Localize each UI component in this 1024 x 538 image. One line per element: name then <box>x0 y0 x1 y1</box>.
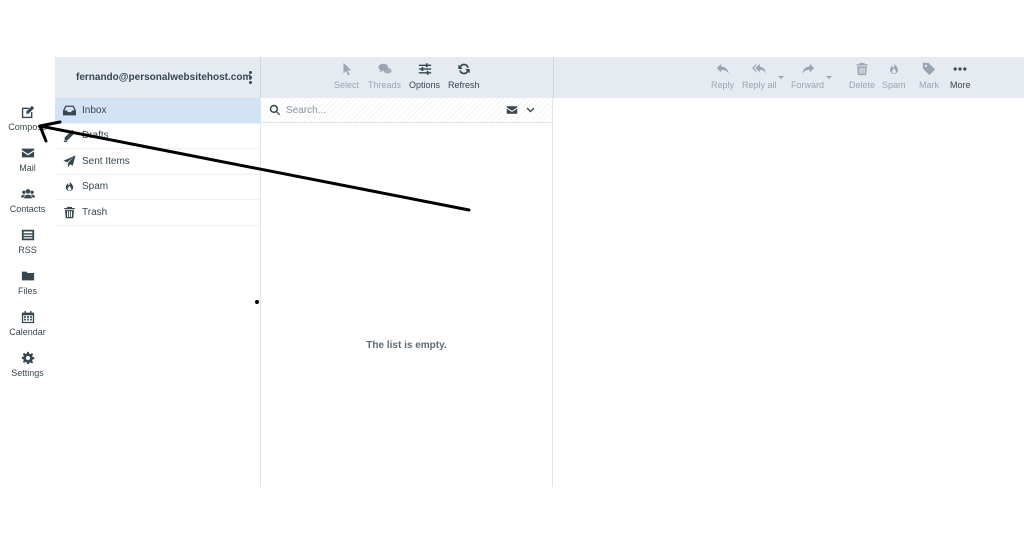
delete-button[interactable]: Delete <box>849 62 875 90</box>
nav-contacts[interactable]: Contacts <box>0 180 55 221</box>
account-menu-button[interactable] <box>244 68 256 88</box>
inbox-icon <box>63 105 76 116</box>
more-label: More <box>950 80 971 90</box>
nav-calendar[interactable]: Calendar <box>0 303 55 344</box>
nav-mail[interactable]: Mail <box>0 139 55 180</box>
annotation-dot <box>255 300 259 304</box>
reply-label: Reply <box>711 80 735 90</box>
message-preview-pane <box>553 98 1024 487</box>
paper-plane-icon <box>63 155 76 167</box>
folder-label: Inbox <box>82 104 107 116</box>
trash-icon <box>64 206 75 218</box>
reply-all-button[interactable]: Reply all <box>742 62 777 90</box>
forward-label: Forward <box>791 80 825 90</box>
folder-label: Trash <box>82 206 108 218</box>
chevron-down-icon <box>526 107 535 112</box>
message-toolbar: Reply Reply all Forward Delete Spam Mark… <box>553 57 1024 98</box>
folder-list: Inbox Drafts Sent Items Spam Trash <box>55 98 260 226</box>
refresh-icon <box>458 63 470 75</box>
nav-label: Calendar <box>9 327 46 337</box>
cursor-icon <box>343 62 351 76</box>
list-toolbar: Select Threads Options Refresh <box>260 57 553 98</box>
fire-icon <box>889 62 898 74</box>
gear-icon <box>21 351 34 365</box>
select-button[interactable]: Select <box>334 62 359 90</box>
folder-drafts[interactable]: Drafts <box>55 124 260 149</box>
message-list: The list is empty. <box>260 98 553 487</box>
mail-app: Compose Mail Contacts RSS Files Calendar… <box>0 57 1024 487</box>
search-bar <box>261 98 552 123</box>
pencil-icon <box>63 130 76 143</box>
empty-list-message: The list is empty. <box>366 340 447 351</box>
refresh-button[interactable]: Refresh <box>448 62 480 90</box>
folder-label: Spam <box>82 181 109 193</box>
nav-compose[interactable]: Compose <box>0 98 55 139</box>
search-icon[interactable] <box>269 104 281 116</box>
folder-spam[interactable]: Spam <box>55 175 260 200</box>
main-nav: Compose Mail Contacts RSS Files Calendar… <box>0 98 55 385</box>
nav-label: Settings <box>11 368 44 378</box>
more-button[interactable]: More <box>950 62 971 90</box>
reply-icon <box>716 63 729 74</box>
fire-icon <box>65 181 74 192</box>
search-input[interactable] <box>286 104 506 116</box>
more-icon <box>953 67 967 71</box>
nav-label: Compose <box>8 122 47 132</box>
nav-label: Files <box>17 286 37 296</box>
threads-icon <box>377 63 392 74</box>
threads-button[interactable]: Threads <box>368 62 401 90</box>
spam-label: Spam <box>882 80 906 90</box>
nav-label: Contacts <box>9 204 46 214</box>
nav-label: RSS <box>18 245 37 255</box>
spam-button[interactable]: Spam <box>882 62 906 90</box>
folder-label: Drafts <box>82 130 109 142</box>
reply-all-label: Reply all <box>742 80 777 90</box>
envelope-icon <box>506 106 518 114</box>
mark-button[interactable]: Mark <box>919 62 939 90</box>
users-icon <box>20 189 35 199</box>
search-options-button[interactable] <box>506 104 535 116</box>
folder-inbox[interactable]: Inbox <box>55 98 260 124</box>
nav-label: Mail <box>19 163 36 173</box>
reply-all-icon <box>752 63 767 74</box>
reply-all-caret-icon[interactable] <box>778 76 784 79</box>
sliders-icon <box>418 63 431 75</box>
trash-icon <box>856 62 868 76</box>
refresh-label: Refresh <box>448 80 480 90</box>
envelope-icon <box>21 148 34 158</box>
options-button[interactable]: Options <box>409 62 440 90</box>
forward-icon <box>801 63 814 74</box>
forward-button[interactable]: Forward <box>791 62 824 90</box>
select-label: Select <box>334 80 360 90</box>
compose-icon <box>21 105 34 119</box>
nav-settings[interactable]: Settings <box>0 344 55 385</box>
tag-icon <box>922 62 936 76</box>
delete-label: Delete <box>849 80 876 90</box>
folder-sent-items[interactable]: Sent Items <box>55 149 260 175</box>
threads-label: Threads <box>368 80 402 90</box>
nav-files[interactable]: Files <box>0 262 55 303</box>
forward-caret-icon[interactable] <box>826 76 832 79</box>
account-header: fernando@personalwebsitehost.com <box>55 57 260 98</box>
reply-button[interactable]: Reply <box>711 62 734 90</box>
mark-label: Mark <box>919 80 939 90</box>
folder-icon <box>21 271 34 281</box>
folder-label: Sent Items <box>82 155 130 167</box>
rss-icon <box>21 229 34 241</box>
folder-trash[interactable]: Trash <box>55 200 260 226</box>
calendar-icon <box>21 310 34 324</box>
options-label: Options <box>409 80 441 90</box>
nav-rss[interactable]: RSS <box>0 221 55 262</box>
account-email: fernando@personalwebsitehost.com <box>76 72 252 83</box>
